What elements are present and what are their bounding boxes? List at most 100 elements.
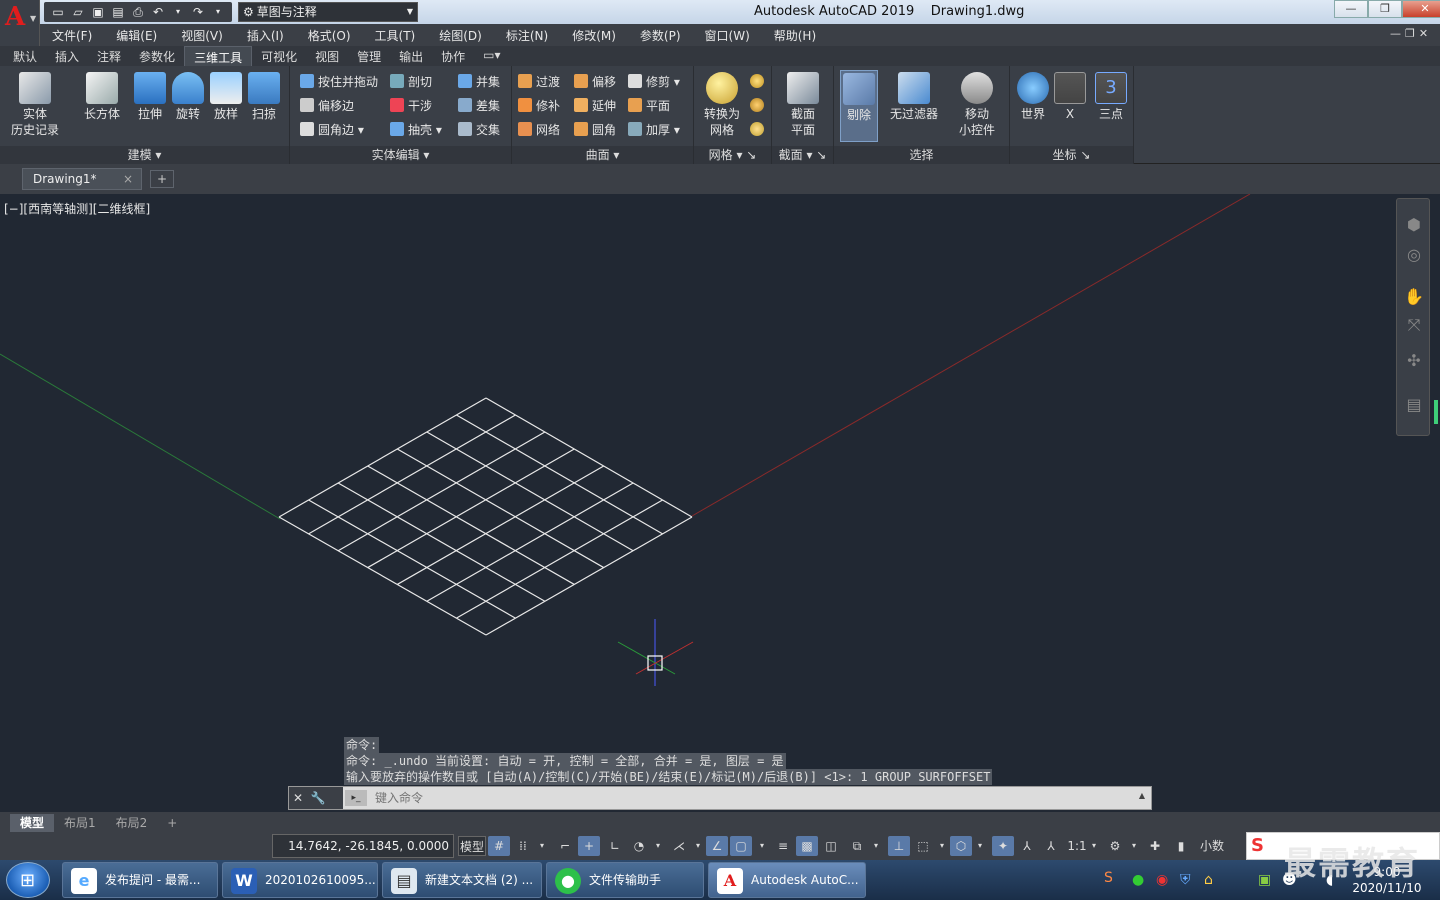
mesh-smooth-more-button[interactable] bbox=[750, 72, 768, 92]
culling-button[interactable]: 剔除 bbox=[840, 70, 878, 142]
extrude-button[interactable]: 拉伸 bbox=[130, 72, 170, 122]
menu-insert[interactable]: 插入(I) bbox=[235, 27, 296, 44]
chevron-down-icon[interactable]: ▾ bbox=[870, 836, 882, 856]
chevron-down-icon[interactable]: ▾ bbox=[536, 836, 548, 856]
orbit-icon[interactable]: ✣ bbox=[1403, 351, 1425, 373]
chevron-down-icon[interactable]: ▾ bbox=[170, 4, 186, 20]
saveas-icon[interactable]: ▤ bbox=[110, 4, 126, 20]
menu-tools[interactable]: 工具(T) bbox=[363, 27, 428, 44]
drawing-canvas[interactable] bbox=[0, 194, 1440, 812]
interfere-button[interactable]: 干涉 bbox=[390, 96, 432, 116]
close-icon[interactable]: ✕ bbox=[293, 791, 303, 805]
units-value[interactable]: 小数 bbox=[1194, 836, 1230, 856]
infer-constraints-icon[interactable]: ⌐ bbox=[554, 836, 576, 856]
solid-history-button[interactable]: 实体 历史记录 bbox=[6, 72, 64, 138]
network-icon[interactable]: ⌂ bbox=[1204, 872, 1213, 888]
tab-visualize[interactable]: 可视化 bbox=[252, 46, 306, 66]
no-filter-button[interactable]: 无过滤器 bbox=[884, 72, 944, 122]
box-button[interactable]: 长方体 bbox=[80, 72, 124, 122]
chevron-down-icon[interactable]: ▾ bbox=[756, 836, 768, 856]
steering-wheel-icon[interactable]: ◎ bbox=[1403, 245, 1425, 267]
revolve-button[interactable]: 旋转 bbox=[168, 72, 208, 122]
extend-button[interactable]: 延伸 bbox=[574, 96, 616, 116]
showmotion-icon[interactable]: ▤ bbox=[1403, 395, 1425, 417]
menu-dimension[interactable]: 标注(N) bbox=[494, 27, 560, 44]
ribbon-options-icon[interactable]: ▭▾ bbox=[474, 46, 509, 66]
move-gizmo-button[interactable]: 移动 小控件 bbox=[952, 72, 1002, 138]
menu-file[interactable]: 文件(F) bbox=[40, 27, 104, 44]
subtract-button[interactable]: 差集 bbox=[458, 96, 500, 116]
panel-label-mesh[interactable]: 网格 ▾ ↘ bbox=[694, 146, 771, 164]
fillet-edge-button[interactable]: 圆角边 ▾ bbox=[300, 120, 364, 140]
workspace-dropdown[interactable]: ⚙ 草图与注释 ▼ bbox=[238, 2, 418, 22]
slice-button[interactable]: 剖切 bbox=[390, 72, 432, 92]
intersect-button[interactable]: 交集 bbox=[458, 120, 500, 140]
sogou-tray-icon[interactable]: S bbox=[1104, 870, 1113, 886]
auto-scale-icon[interactable]: ⅄ bbox=[1016, 836, 1038, 856]
tab-view[interactable]: 视图 bbox=[306, 46, 348, 66]
start-button[interactable]: ⊞ bbox=[6, 862, 50, 898]
document-window-controls[interactable]: —❐✕ bbox=[1390, 27, 1432, 40]
panel-label-modeling[interactable]: 建模 ▾ bbox=[0, 146, 289, 164]
weibo-tray-icon[interactable]: ◉ bbox=[1156, 872, 1168, 888]
drawing-viewport[interactable] bbox=[0, 194, 1440, 812]
taskbar-item-notepad[interactable]: ▤ 新建文本文档 (2) ... bbox=[382, 862, 542, 898]
blend-button[interactable]: 过渡 bbox=[518, 72, 560, 92]
taskbar-item-ie[interactable]: e 发布提问 - 最需... bbox=[62, 862, 218, 898]
chevron-down-icon[interactable]: ▾ bbox=[652, 836, 664, 856]
plus-icon[interactable]: ✚ bbox=[1144, 836, 1166, 856]
shield-icon[interactable]: ⛨ bbox=[1180, 872, 1191, 888]
tab-insert[interactable]: 插入 bbox=[46, 46, 88, 66]
coordinate-readout[interactable]: 14.7642, -26.1845, 0.0000 bbox=[272, 834, 454, 858]
planar-mesh-grid[interactable] bbox=[278, 397, 693, 636]
tab-parametric[interactable]: 参数化 bbox=[130, 46, 184, 66]
tab-output[interactable]: 输出 bbox=[390, 46, 432, 66]
pan-icon[interactable]: ✋ bbox=[1403, 287, 1425, 309]
ortho-icon[interactable]: ∟ bbox=[604, 836, 626, 856]
save-icon[interactable]: ▣ bbox=[90, 4, 106, 20]
polar-tracking-icon[interactable]: ◔ bbox=[628, 836, 650, 856]
menu-view[interactable]: 视图(V) bbox=[169, 27, 235, 44]
menu-parametric[interactable]: 参数(P) bbox=[628, 27, 693, 44]
3d-osnap-icon[interactable]: ⧉ bbox=[846, 836, 868, 856]
minimize-button[interactable]: — bbox=[1334, 0, 1368, 18]
dynamic-input-icon[interactable]: + bbox=[578, 836, 600, 856]
application-menu-button[interactable]: A ▼ bbox=[0, 0, 40, 46]
section-plane-button[interactable]: 截面 平面 bbox=[780, 72, 826, 138]
chevron-down-icon[interactable]: ▾ bbox=[1088, 836, 1100, 856]
annotation-visibility-icon[interactable]: ✦ bbox=[992, 836, 1014, 856]
close-tab-icon[interactable]: × bbox=[123, 169, 133, 189]
ucs-3point-button[interactable]: 3 三点 bbox=[1092, 72, 1130, 122]
annotation-scale-value[interactable]: 1:1 bbox=[1066, 836, 1088, 856]
loft-button[interactable]: 放样 bbox=[206, 72, 246, 122]
mesh-smooth-less-button[interactable] bbox=[750, 96, 768, 116]
menu-help[interactable]: 帮助(H) bbox=[762, 27, 828, 44]
chevron-down-icon[interactable]: ▾ bbox=[974, 836, 986, 856]
taskbar-item-word[interactable]: W 2020102610095... bbox=[222, 862, 378, 898]
offset-edge-button[interactable]: 偏移边 bbox=[300, 96, 354, 116]
taskbar-item-wechat[interactable]: ● 文件传输助手 bbox=[546, 862, 704, 898]
panel-label-surface[interactable]: 曲面 ▾ bbox=[512, 146, 693, 164]
layout-tab-layout2[interactable]: 布局2 bbox=[106, 814, 158, 832]
menu-edit[interactable]: 编辑(E) bbox=[104, 27, 169, 44]
nvidia-icon[interactable]: ▣ bbox=[1258, 872, 1271, 888]
union-button[interactable]: 并集 bbox=[458, 72, 500, 92]
tab-annotate[interactable]: 注释 bbox=[88, 46, 130, 66]
layout-tab-model[interactable]: 模型 bbox=[10, 814, 55, 832]
ucs-world-button[interactable]: 世界 bbox=[1014, 72, 1052, 122]
snap-toggle-icon[interactable]: ⁞⁞ bbox=[512, 836, 534, 856]
menu-window[interactable]: 窗口(W) bbox=[693, 27, 762, 44]
transparency-icon[interactable]: ▩ bbox=[796, 836, 818, 856]
dynamic-ucs-icon[interactable]: ⊥ bbox=[888, 836, 910, 856]
undo-icon[interactable]: ↶ bbox=[150, 4, 166, 20]
network-button[interactable]: 网络 bbox=[518, 120, 560, 140]
command-prompt-icon[interactable]: ▸_ bbox=[345, 790, 367, 806]
selection-filter-icon[interactable]: ⬚ bbox=[912, 836, 934, 856]
isodraft-icon[interactable]: ⋌ bbox=[668, 836, 690, 856]
sweep-button[interactable]: 扫掠 bbox=[244, 72, 284, 122]
close-button[interactable]: ✕ bbox=[1402, 0, 1440, 18]
menu-format[interactable]: 格式(O) bbox=[296, 27, 363, 44]
wechat-tray-icon[interactable]: ● bbox=[1132, 872, 1144, 888]
panel-label-solid-editing[interactable]: 实体编辑 ▾ bbox=[290, 146, 511, 164]
redo-icon[interactable]: ↷ bbox=[190, 4, 206, 20]
